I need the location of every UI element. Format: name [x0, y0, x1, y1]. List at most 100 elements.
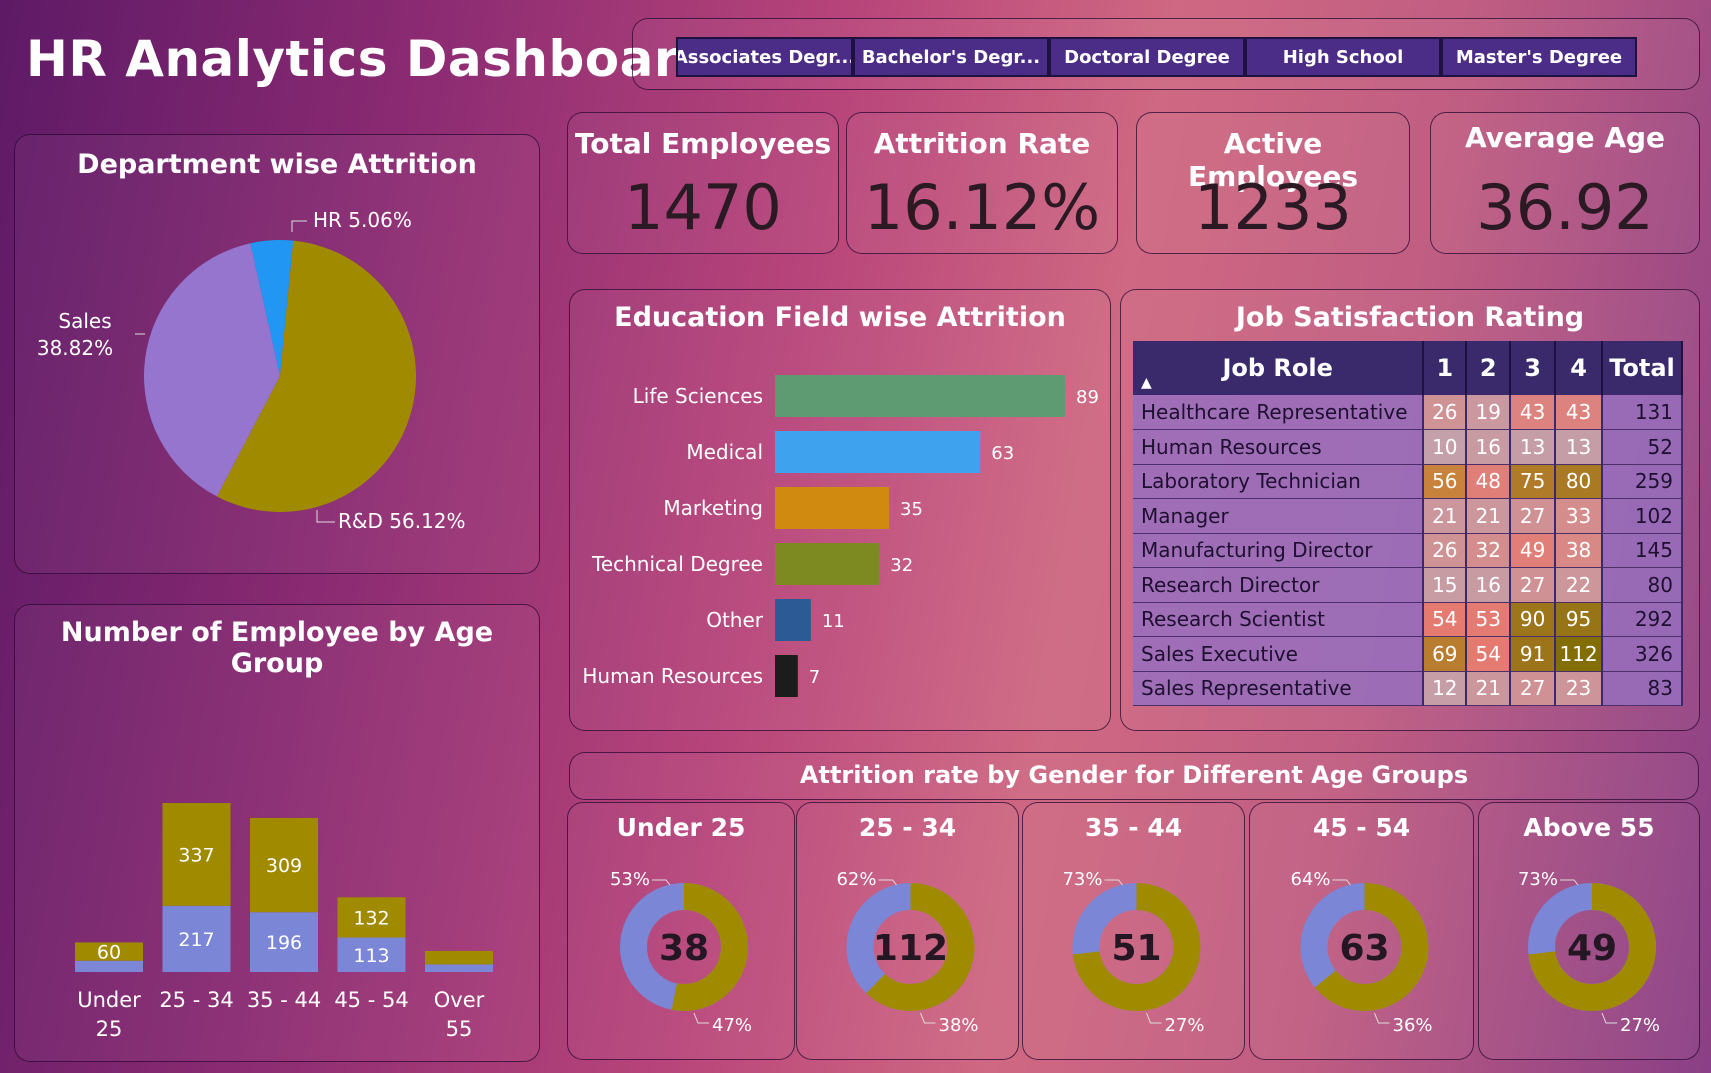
rating-cell: 54 [1466, 636, 1512, 672]
donut-blue-label: 36% [1393, 1015, 1433, 1036]
donut-blue-label: 47% [712, 1015, 752, 1036]
job-role-cell: Human Resources [1133, 429, 1425, 465]
rating-cell: 48 [1466, 464, 1512, 499]
donut-olive-label: 64% [1290, 869, 1330, 890]
donut-leader-line [1104, 879, 1123, 886]
slicer-bachelors[interactable]: Bachelor's Degr... [853, 37, 1049, 77]
donut-leader-line [1374, 1012, 1390, 1024]
slicer-associates[interactable]: Associates Degr... [676, 37, 853, 77]
rating-cell: 10 [1423, 429, 1468, 465]
rating-cell: 54 [1423, 602, 1468, 637]
slicer-doctoral[interactable]: Doctoral Degree [1049, 37, 1245, 77]
bar-value-label: 11 [822, 611, 845, 632]
rating-cell: 13 [1555, 429, 1604, 465]
column-header-2[interactable]: 2 [1466, 341, 1512, 395]
column-header-job-role[interactable]: Job Role ▲ [1133, 341, 1425, 395]
table-row[interactable]: Healthcare Representative 26 19 43 43 131 [1133, 395, 1683, 430]
donut-leader-line [693, 1012, 709, 1024]
donut-center-value: 49 [1567, 928, 1617, 969]
donut-center-value: 38 [659, 928, 709, 969]
donut-center-value: 51 [1111, 928, 1161, 969]
total-cell: 326 [1602, 636, 1683, 672]
bar-category-label: Medical [686, 440, 763, 464]
bar-category-label: Marketing [663, 496, 763, 520]
rating-cell: 21 [1466, 671, 1512, 706]
gender-attrition-header: Attrition rate by Gender for Different A… [569, 752, 1699, 800]
rating-cell: 27 [1510, 671, 1557, 706]
table-row[interactable]: Manufacturing Director 26 32 49 38 145 [1133, 533, 1683, 568]
job-role-cell: Research Scientist [1133, 602, 1425, 637]
bar [775, 487, 890, 529]
rating-cell: 90 [1510, 602, 1557, 637]
rating-cell: 26 [1423, 395, 1468, 430]
donut-card: 25 - 34 112 62% 38% [796, 802, 1019, 1060]
table-row[interactable]: Human Resources 10 16 13 13 52 [1133, 429, 1683, 465]
bar-value-label: 60 [97, 942, 121, 964]
kpi-label: Attrition Rate [873, 127, 1091, 160]
rating-cell: 112 [1555, 636, 1604, 672]
bar-value-label: 113 [353, 945, 389, 967]
column-header-3[interactable]: 3 [1510, 341, 1557, 395]
rating-cell: 27 [1510, 567, 1557, 603]
bar-category-label: 45 - 54 [334, 988, 408, 1012]
bar-category-label: Over [434, 988, 485, 1012]
job-role-cell: Laboratory Technician [1133, 464, 1425, 499]
kpi-average-age: Average Age 36.92 [1430, 112, 1700, 254]
rating-cell: 43 [1510, 395, 1557, 430]
pie-label-rnd: R&D 56.12% [338, 509, 466, 533]
table-row[interactable]: Manager 21 21 27 33 102 [1133, 498, 1683, 534]
rating-cell: 13 [1510, 429, 1557, 465]
age-group-bar-chart: 60 Under 25 217 337 25 - 34 196 309 35 - 44 113 13… [75, 803, 493, 1041]
table-row[interactable]: Laboratory Technician 56 48 75 80 259 [1133, 464, 1683, 499]
kpi-label: Average Age [1464, 121, 1666, 154]
column-header-total[interactable]: Total [1602, 341, 1683, 395]
donut-olive-label: 62% [836, 869, 876, 890]
rating-cell: 43 [1555, 395, 1604, 430]
sort-ascending-icon[interactable]: ▲ [1141, 375, 1152, 391]
bar-value-label: 7 [809, 667, 820, 688]
donut-leader-line [652, 879, 671, 886]
bar [775, 543, 880, 585]
pie-label-sales-value: 38.82% [37, 336, 113, 360]
rating-cell: 16 [1466, 429, 1512, 465]
kpi-value: 1470 [624, 171, 782, 244]
rating-cell: 12 [1423, 671, 1468, 706]
total-cell: 80 [1602, 567, 1683, 603]
age-group-panel: Number of Employee by Age Group 60 Under 2… [14, 604, 540, 1062]
rating-cell: 16 [1466, 567, 1512, 603]
total-cell: 52 [1602, 429, 1683, 465]
total-cell: 131 [1602, 395, 1683, 430]
table-row[interactable]: Sales Executive 69 54 91 112 326 [1133, 636, 1683, 672]
rating-cell: 80 [1555, 464, 1604, 499]
rating-cell: 95 [1555, 602, 1604, 637]
slicer-high-school[interactable]: High School [1245, 37, 1441, 77]
total-cell: 102 [1602, 498, 1683, 534]
column-header-4[interactable]: 4 [1555, 341, 1604, 395]
department-pie-chart: HR 5.06% R&D 56.12% Sales 38.82% [37, 208, 466, 533]
donut-leader-line [1332, 879, 1351, 886]
donut-card: 35 - 44 51 73% 27% [1022, 802, 1245, 1060]
panel-title: Job Satisfaction Rating [1235, 302, 1585, 333]
bar-category-label: 35 - 44 [247, 988, 321, 1012]
column-header-1[interactable]: 1 [1423, 341, 1468, 395]
rating-cell: 49 [1510, 533, 1557, 568]
gender-donut-chart: 51 73% 27% [1062, 869, 1204, 1036]
bar [775, 375, 1065, 417]
rating-cell: 21 [1466, 498, 1512, 534]
donut-leader-line [878, 879, 897, 886]
table-row[interactable]: Sales Representative 12 21 27 23 83 [1133, 671, 1683, 706]
donut-center-value: 63 [1339, 928, 1389, 969]
donut-olive-label: 73% [1518, 869, 1558, 890]
table-row[interactable]: Research Director 15 16 27 22 80 [1133, 567, 1683, 603]
rating-cell: 56 [1423, 464, 1468, 499]
kpi-value: 16.12% [863, 171, 1101, 244]
panel-title: Attrition rate by Gender for Different A… [799, 761, 1469, 789]
bar [775, 599, 811, 641]
table-row[interactable]: Research Scientist 54 53 90 95 292 [1133, 602, 1683, 637]
rating-cell: 91 [1510, 636, 1557, 672]
bar-category-label: Technical Degree [591, 552, 763, 576]
education-slicer: Associates Degr... Bachelor's Degr... Do… [632, 18, 1700, 90]
slicer-masters[interactable]: Master's Degree [1441, 37, 1637, 77]
bar [775, 431, 981, 473]
rating-cell: 69 [1423, 636, 1468, 672]
